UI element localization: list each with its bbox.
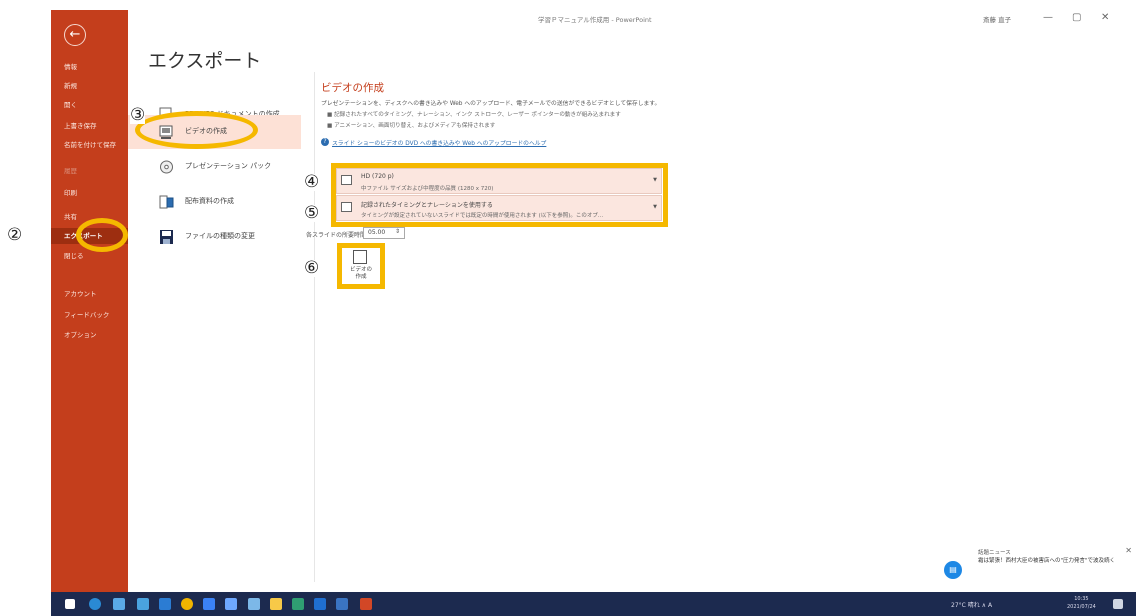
word-icon[interactable] [159,598,171,610]
disc-icon [160,160,173,174]
minimize-icon[interactable]: — [1043,12,1053,23]
chrome-icon[interactable] [181,598,193,610]
sidebar-item-save[interactable]: 上書き保存 [51,118,128,134]
video-panel-description: プレゼンテーションを、ディスクへの書き込みや Web へのアップロード、電子メー… [321,101,661,107]
sidebar-item-close[interactable]: 閉じる [51,248,128,264]
news-title: 話題ニュース [978,550,1011,556]
page-title: エクスポート [148,50,262,72]
option-create-handouts[interactable]: 配布資料の作成 [128,185,301,219]
annotation-step-6: ⑥ [304,258,320,278]
restore-icon[interactable]: ▢ [1072,12,1081,23]
powerpoint-icon[interactable] [360,598,372,610]
notification-icon[interactable] [1113,599,1123,609]
app-icon[interactable] [203,598,215,610]
powerpoint-window: ← 情報 新規 開く 上書き保存 名前を付けて保存 履歴 印刷 共有 エクスポー… [51,10,1136,592]
annotation-step-3: ③ [130,105,146,125]
news-icon: ▤ [944,561,962,579]
annotation-step-4: ④ [304,172,320,192]
news-body: 霜は緊張！西村大臣の被害店への"圧力発言"で波及続く [978,558,1116,564]
bullet-text: アニメーション、画面切り替え、およびメディアも保持されます [334,123,496,129]
help-link[interactable]: スライド ショーのビデオの DVD への書き込みや Web へのアップロードのヘ… [332,138,546,147]
highlight-export [76,218,128,252]
user-name[interactable]: 斎藤 直子 [983,14,1011,24]
sidebar-item-save-as[interactable]: 名前を付けて保存 [51,137,128,153]
highlight-dropdowns [331,163,668,227]
bullet-text: 記録されたすべてのタイミング、ナレーション、インク ストローク、レーザー ポイン… [334,112,621,118]
save-file-icon [160,230,173,244]
sidebar-item-account[interactable]: アカウント [51,286,128,302]
title-bar: 学習Ｐマニュアル作成用 - PowerPoint 斎藤 直子 — ▢ ✕ [128,10,1136,30]
sidebar-item-history[interactable]: 履歴 [51,163,128,179]
divider [314,72,315,582]
system-tray[interactable]: 27°C 晴れ ∧ A [951,600,992,609]
sidebar-item-print[interactable]: 印刷 [51,185,128,201]
handouts-icon [159,195,174,209]
file-explorer-icon[interactable] [270,598,282,610]
sidebar-item-feedback[interactable]: フィードバック [51,307,128,323]
bullet-item: ■ アニメーション、画面切り替え、およびメディアも保持されます [327,123,496,129]
option-change-file-type[interactable]: ファイルの種類の変更 [128,220,301,254]
sidebar-item-options[interactable]: オプション [51,327,128,343]
close-icon[interactable]: ✕ [1101,12,1109,23]
highlight-create-video [135,111,258,149]
option-label: 配布資料の作成 [185,197,234,205]
app-icon[interactable] [225,598,237,610]
taskbar: 27°C 晴れ ∧ A 10:35 2021/07/24 [51,592,1136,616]
sidebar-item-new[interactable]: 新規 [51,78,128,94]
annotation-step-2: ② [7,225,23,245]
option-label: プレゼンテーション パック [185,162,272,170]
option-label: ファイルの種類の変更 [185,232,255,240]
app-icon[interactable] [248,598,260,610]
video-panel-title: ビデオの作成 [321,82,384,94]
app-icon[interactable] [336,598,348,610]
clock[interactable]: 10:35 2021/07/24 [1067,595,1096,611]
app-icon[interactable] [314,598,326,610]
option-package-presentation[interactable]: プレゼンテーション パック [128,150,301,184]
bullet-item: ■ 記録されたすべてのタイミング、ナレーション、インク ストローク、レーザー ポ… [327,112,621,118]
document-title: 学習Ｐマニュアル作成用 - PowerPoint [538,16,652,24]
close-icon[interactable]: ✕ [1125,546,1132,555]
back-arrow-icon[interactable]: ← [64,24,86,46]
help-icon: ? [321,138,329,146]
screenshot-stage: ② ← 情報 新規 開く 上書き保存 名前を付けて保存 履歴 印刷 共有 エクス… [0,0,1136,616]
backstage-sidebar: ← 情報 新規 開く 上書き保存 名前を付けて保存 履歴 印刷 共有 エクスポー… [51,10,128,592]
store-icon[interactable] [137,598,149,610]
app-icon[interactable] [292,598,304,610]
spinner-icon[interactable]: ⇕ [395,228,400,235]
news-notification[interactable]: ▤ 話題ニュース 霜は緊張！西村大臣の被害店への"圧力発言"で波及続く ✕ [934,544,1134,582]
sidebar-item-info[interactable]: 情報 [51,59,128,75]
annotation-step-5: ⑤ [304,203,320,223]
highlight-create-button [337,243,385,289]
mail-icon[interactable] [113,598,125,610]
edge-icon[interactable] [89,598,101,610]
sidebar-item-open[interactable]: 開く [51,97,128,113]
windows-start-icon[interactable] [65,599,75,609]
